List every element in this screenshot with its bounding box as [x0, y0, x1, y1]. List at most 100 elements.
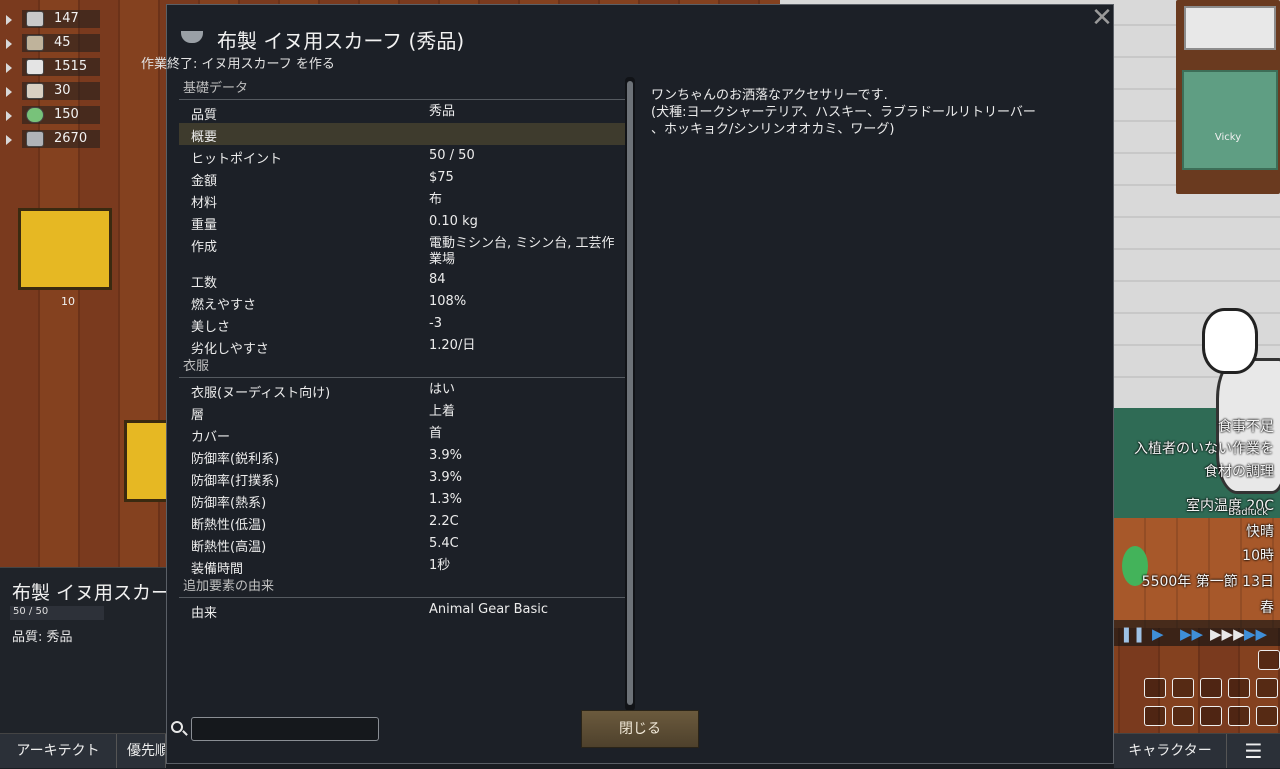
- resource-count: 147: [54, 11, 79, 26]
- stat-row[interactable]: 品質 秀品: [179, 101, 625, 123]
- expand-arrow-icon[interactable]: [6, 39, 12, 49]
- building-icon[interactable]: [1256, 678, 1278, 698]
- resource-row[interactable]: 45: [4, 32, 100, 56]
- stat-row[interactable]: 断熱性(低温) 2.2C: [179, 511, 625, 533]
- resource-count: 30: [54, 83, 71, 98]
- stat-value: 秀品: [429, 104, 456, 119]
- alert-food[interactable]: 食事不足: [1218, 416, 1274, 436]
- stat-row[interactable]: 美しさ -3: [179, 313, 625, 335]
- dialog-title: 布製 イヌ用スカーフ (秀品): [217, 29, 465, 53]
- stat-value: 0.10 kg: [429, 214, 478, 229]
- bar-chart-icon[interactable]: [1172, 706, 1194, 726]
- expand-arrow-icon[interactable]: [6, 63, 12, 73]
- stat-row[interactable]: 防御率(鋭利系) 3.9%: [179, 445, 625, 467]
- stat-row[interactable]: 層 上着: [179, 401, 625, 423]
- stat-row[interactable]: 金額 $75: [179, 167, 625, 189]
- stat-row[interactable]: 由来 Animal Gear Basic: [179, 599, 625, 621]
- stat-row[interactable]: 防御率(打撲系) 3.9%: [179, 467, 625, 489]
- stat-label: 断熱性(低温): [191, 518, 267, 533]
- characters-tab[interactable]: キャラクター: [1114, 734, 1227, 768]
- stat-row[interactable]: 重量 0.10 kg: [179, 211, 625, 233]
- stat-row[interactable]: 概要: [179, 123, 625, 145]
- play-speed-3-icon[interactable]: ▶▶▶: [1210, 625, 1245, 643]
- close-icon[interactable]: ✕: [1091, 5, 1113, 31]
- pawn-head: [1202, 308, 1258, 374]
- bed[interactable]: Vicky: [1176, 0, 1280, 194]
- notes-icon[interactable]: [1258, 650, 1280, 670]
- storage-crate[interactable]: [124, 420, 166, 502]
- expand-arrow-icon[interactable]: [6, 15, 12, 25]
- stat-label: 工数: [191, 276, 218, 291]
- medicine-icon: [26, 83, 44, 99]
- stat-row[interactable]: 装備時間 1秒: [179, 555, 625, 577]
- pause-icon[interactable]: ❚❚: [1120, 625, 1145, 643]
- resource-row[interactable]: 2670: [4, 128, 100, 152]
- stat-row[interactable]: 防御率(熱系) 1.3%: [179, 489, 625, 511]
- expand-arrow-icon[interactable]: [6, 111, 12, 121]
- roof-icon[interactable]: [1200, 678, 1222, 698]
- home-icon[interactable]: [1172, 678, 1194, 698]
- stat-label: 防御率(打撲系): [191, 474, 280, 489]
- stat-row[interactable]: 断熱性(高温) 5.4C: [179, 533, 625, 555]
- toggle-icons-panel: [1142, 650, 1280, 730]
- stat-label: 装備時間: [191, 562, 244, 577]
- stat-label: 由来: [191, 606, 218, 621]
- lighting-icon[interactable]: [1256, 706, 1278, 726]
- stat-label: 品質: [191, 108, 218, 123]
- stat-label: カバー: [191, 430, 231, 445]
- beauty-icon[interactable]: [1228, 706, 1250, 726]
- stats-scrollbar[interactable]: [625, 77, 635, 711]
- stat-value: 108%: [429, 294, 467, 309]
- stat-label: 防御率(熱系): [191, 496, 267, 511]
- stat-label: 作成: [191, 240, 218, 255]
- stat-row[interactable]: 作成 電動ミシン台, ミシン台, 工芸作業場: [179, 233, 625, 269]
- description-line: ワンちゃんのお洒落なアクセサリーです.: [651, 88, 888, 103]
- expand-arrow-icon[interactable]: [6, 135, 12, 145]
- search-icon: [171, 721, 183, 733]
- hammer-icon[interactable]: [1144, 678, 1166, 698]
- storage-crate[interactable]: 10: [18, 208, 112, 308]
- date-readout: 5500年 第一節 13日: [1141, 574, 1274, 590]
- stat-label: 断熱性(高温): [191, 540, 267, 555]
- stat-value: 1.3%: [429, 492, 463, 507]
- resource-count: 150: [54, 107, 79, 122]
- stat-row[interactable]: 工数 84: [179, 269, 625, 291]
- stat-label: 層: [191, 408, 205, 423]
- grid-icon[interactable]: [1144, 706, 1166, 726]
- hit-points-bar: 50 / 50: [10, 606, 104, 620]
- resource-row[interactable]: 150: [4, 104, 100, 128]
- stat-value: Animal Gear Basic: [429, 602, 549, 617]
- selection-title: 布製 イヌ用スカーフ: [12, 582, 166, 604]
- zone-icon[interactable]: [1200, 706, 1222, 726]
- play-speed-1-icon[interactable]: ▶: [1152, 625, 1164, 643]
- stat-row[interactable]: 燃えやすさ 108%: [179, 291, 625, 313]
- alert-cooking[interactable]: 食材の調理: [1204, 461, 1274, 481]
- play-speed-2-icon[interactable]: ▶▶: [1180, 625, 1203, 643]
- stat-row[interactable]: カバー 首: [179, 423, 625, 445]
- pawn-name-label[interactable]: Badluck: [1228, 507, 1268, 518]
- stat-row[interactable]: ヒットポイント 50 / 50: [179, 145, 625, 167]
- stat-row[interactable]: 材料 布: [179, 189, 625, 211]
- silver-icon: [26, 11, 44, 27]
- stat-value: 84: [429, 272, 446, 287]
- stat-label: 概要: [191, 130, 218, 145]
- stat-row[interactable]: 衣服(ヌーディスト向け) はい: [179, 379, 625, 401]
- menu-icon[interactable]: ☰: [1227, 734, 1280, 768]
- stat-label: 防御率(鋭利系): [191, 452, 280, 467]
- item-description: ワンちゃんのお洒落なアクセサリーです. (犬種:ヨークシャーテリア、ハスキー、ラ…: [651, 87, 1081, 138]
- bed-blanket: [1182, 70, 1278, 170]
- architect-tab[interactable]: アーキテクト: [0, 734, 117, 768]
- scrollbar-thumb[interactable]: [627, 81, 633, 705]
- expand-arrow-icon[interactable]: [6, 87, 12, 97]
- alert-idle-work[interactable]: 入植者のいない作業を: [1134, 438, 1274, 458]
- resource-row[interactable]: 30: [4, 80, 100, 104]
- resource-readout: 147 45 1515 30 150 2670: [4, 8, 100, 152]
- stat-row[interactable]: 劣化しやすさ 1.20/日: [179, 335, 625, 357]
- no-entry-icon[interactable]: [1228, 678, 1250, 698]
- resource-row[interactable]: 147: [4, 8, 100, 32]
- resource-row[interactable]: 1515: [4, 56, 100, 80]
- search-input[interactable]: [191, 717, 379, 741]
- close-button[interactable]: 閉じる: [581, 710, 699, 748]
- work-priority-tab[interactable]: 優先順: [117, 734, 166, 768]
- play-speed-4-icon[interactable]: ▶▶: [1244, 625, 1267, 643]
